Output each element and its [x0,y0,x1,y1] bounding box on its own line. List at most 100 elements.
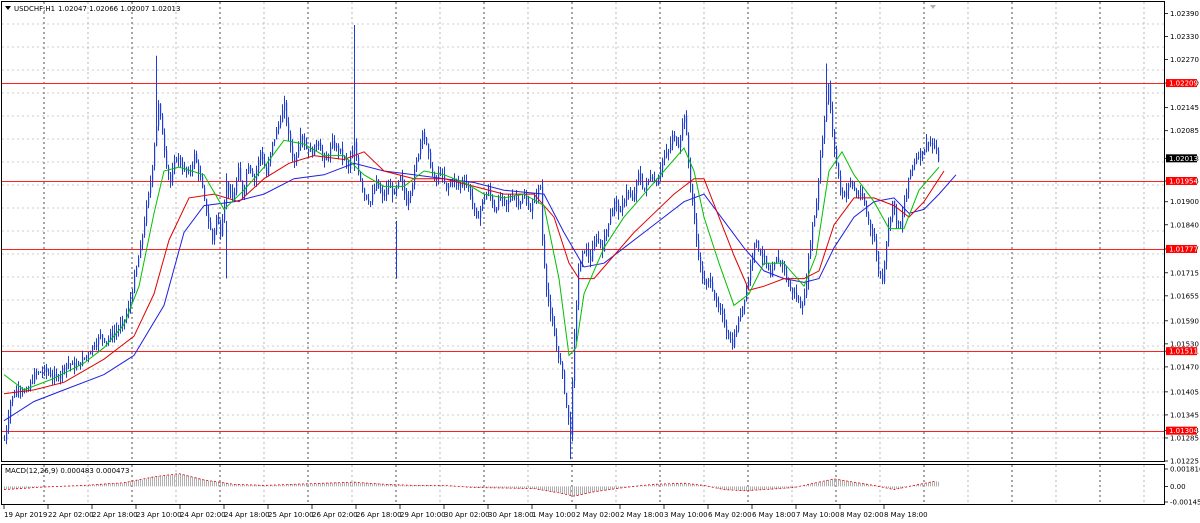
candle-body [474,203,476,209]
candle-body [280,121,282,125]
time-tick-label: 30 Apr 18:00 [488,511,534,519]
candle-body [544,240,546,266]
candle-body [358,157,360,174]
candle-body [896,209,898,224]
time-tick-label: 1 May 10:00 [532,511,576,519]
candle-body [96,344,98,347]
candle-body [788,279,790,287]
level-price-text: 1.02013 [1169,155,1198,163]
candle-body [582,252,584,261]
candle-body [150,183,152,194]
candle-body [822,138,824,157]
candle-body [272,142,274,153]
candle-body [4,439,6,441]
time-tick-label: 26 Apr 18:00 [356,511,402,519]
candle-body [886,242,888,262]
candle-body [260,152,262,160]
candle-body [552,313,554,325]
candle-body [366,195,368,199]
candle-body [50,373,52,377]
candle-body [226,181,228,203]
candle-body [158,104,160,127]
candle-body [694,201,696,220]
candle-body [412,185,414,193]
candle-body [778,257,780,263]
price-tick-label: 1.01405 [1170,388,1199,396]
candle-body [666,152,668,157]
candle-body [926,142,928,150]
candle-body [338,145,340,152]
candle-body [218,216,220,224]
candle-body [646,182,648,191]
macd-tick-label: -0.001454 [1170,499,1200,507]
candle-body [416,160,418,170]
candle-body [856,190,858,195]
candle-body [918,156,920,158]
candle-body [606,230,608,237]
time-tick-label: 22 Apr 02:00 [48,511,94,519]
candle-body [330,147,332,157]
candle-body [446,182,448,189]
chart-background [0,0,1200,523]
candle-body [914,162,916,166]
candle-body [588,249,590,257]
candle-body [548,289,550,302]
candle-body [18,389,20,391]
candle-body [590,256,592,261]
candle-body [612,209,614,217]
candle-body [614,200,616,210]
candle-body [722,310,724,314]
candle-body [136,267,138,276]
candle-body [286,102,288,123]
candle-body [714,290,716,299]
candle-body [406,194,408,205]
candle-body [112,333,114,337]
candle-body [628,191,630,194]
candle-body [540,186,542,188]
candle-body [556,336,558,347]
candle-body [262,152,264,162]
candle-body [734,334,736,348]
candle-body [154,145,156,167]
candle-body [518,199,520,206]
candle-body [772,268,774,277]
candle-body [794,292,796,294]
candle-body [922,151,924,155]
candle-body [84,357,86,359]
candle-body [390,187,392,189]
level-price-text: 1.01954 [1169,177,1198,185]
candle-body [784,264,786,270]
candle-body [206,199,208,214]
macd-tick-label: 0.001816 [1170,466,1200,474]
candle-body [542,186,544,241]
candle-body [408,197,410,205]
candle-body [618,203,620,213]
candle-body [520,202,522,206]
candle-body [522,198,524,203]
candle-body [368,198,370,202]
candle-body [430,152,432,168]
candle-body [288,122,290,134]
candle-body [54,373,56,378]
candle-body [106,341,108,343]
candle-body [482,199,484,209]
candle-body [472,196,474,204]
candle-body [566,392,568,406]
price-chart[interactable]: 1.02390 1.02330 1.02270 1.02209 1.02145 1.020… [0,0,1200,523]
candle-body [700,256,702,265]
candle-body [38,371,40,374]
candle-body [744,299,746,307]
candle-body [160,104,162,117]
candle-body [844,191,846,197]
candle-body [860,193,862,197]
candle-body [40,371,42,373]
candle-body [318,142,320,147]
candle-body [526,196,528,201]
candle-body [746,287,748,300]
candle-body [692,184,694,202]
candle-body [874,236,876,241]
candle-body [238,167,240,181]
candle-body [194,153,196,165]
candle-body [196,153,198,163]
price-tick-label: 1.01285 [1170,434,1199,442]
